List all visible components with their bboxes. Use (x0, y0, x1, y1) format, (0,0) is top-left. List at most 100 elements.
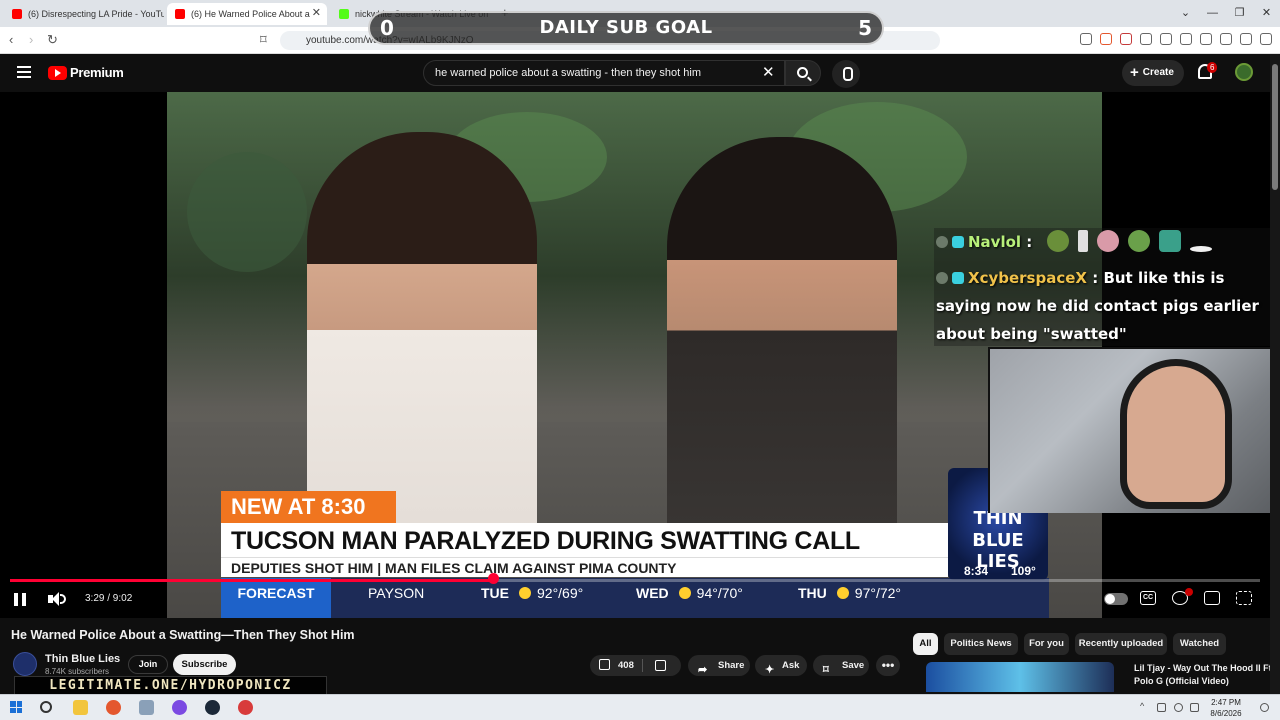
microphone-icon[interactable] (1157, 703, 1166, 712)
bookmark-icon: ⌑ (823, 664, 829, 676)
like-count[interactable]: 408 (618, 655, 634, 676)
reload-icon[interactable]: ↻ (47, 32, 58, 48)
tab-search-icon[interactable]: ⌄ (1172, 0, 1199, 27)
partly-cloudy-icon (519, 587, 531, 599)
tab-disrespecting-la-pride[interactable]: (6) Disrespecting LA Pride - YouTube (4, 3, 164, 25)
thumbs-down-icon[interactable] (655, 660, 666, 671)
chip-for-you[interactable]: For you (1024, 633, 1069, 655)
ai-icon[interactable] (1220, 33, 1232, 45)
clear-search-icon[interactable]: ✕ (762, 63, 775, 81)
tray-overflow-icon[interactable]: ^ (1140, 701, 1144, 711)
forecast-day: THU 97°/72° (798, 578, 901, 608)
sidebar-icon[interactable] (1180, 33, 1192, 45)
join-button[interactable]: Join (128, 655, 168, 674)
news-headline: TUCSON MAN PARALYZED DURING SWATTING CAL… (221, 523, 948, 557)
bookmark-icon[interactable]: ⌑ (260, 32, 267, 48)
station-clock: 8:34 (964, 564, 989, 578)
subscriber-badge-icon (952, 272, 964, 284)
subscriber-badge-icon (952, 236, 964, 248)
chip-politics-news[interactable]: Politics News (944, 633, 1018, 655)
time-display: 3:29 / 9:02 (85, 593, 133, 604)
thumbs-up-icon[interactable] (599, 659, 610, 670)
station-temperature: 109° (1011, 564, 1036, 578)
steam-icon[interactable] (205, 700, 220, 715)
minimize-button[interactable]: — (1199, 0, 1226, 27)
video-player[interactable]: NEW AT 8:30 TUCSON MAN PARALYZED DURING … (0, 92, 1270, 618)
close-tab-icon[interactable]: ✕ (312, 6, 321, 19)
notification-center-icon[interactable] (1260, 703, 1269, 712)
search-input[interactable]: he warned police about a swatting - then… (423, 60, 785, 86)
autoplay-toggle[interactable] (1104, 593, 1128, 605)
forward-arrow-icon[interactable]: › (29, 32, 33, 47)
like-dislike-group: 408 (590, 655, 681, 676)
wifi-icon[interactable] (1174, 703, 1183, 712)
chip-all[interactable]: All (913, 633, 938, 655)
brave-browser-icon[interactable] (106, 700, 121, 715)
scrollbar-thumb[interactable] (1272, 64, 1278, 190)
recommended-video-title[interactable]: Lil Tjay - Way Out The Hood II Ft Polo G… (1134, 662, 1274, 688)
wallet-icon[interactable] (1200, 33, 1212, 45)
tab-he-warned-police[interactable]: (6) He Warned Police About a Swatting ✕ (167, 3, 327, 25)
forecast-temps: 92°/69° (537, 585, 584, 601)
subscriber-count: 8.74K subscribers (45, 667, 110, 676)
volume-icon[interactable] (48, 592, 66, 606)
chip-recently-uploaded[interactable]: Recently uploaded (1075, 633, 1167, 655)
brave-shield-icon[interactable] (1100, 33, 1112, 45)
app-icon[interactable] (238, 700, 253, 715)
news-kicker: NEW AT 8:30 (221, 491, 396, 523)
search-button[interactable] (785, 60, 821, 86)
clock-time: 2:47 PM (1211, 698, 1241, 707)
streamer-head (1120, 359, 1232, 509)
youtube-logo[interactable]: Premium (48, 65, 124, 80)
save-button[interactable]: ⌑ Save (813, 655, 869, 676)
forecast-city-name: PAYSON (368, 585, 425, 601)
progress-played (10, 579, 493, 582)
recommended-video-thumbnail[interactable] (926, 662, 1114, 692)
subscribe-button[interactable]: Subscribe (173, 654, 236, 675)
voice-search-button[interactable] (832, 60, 860, 88)
back-arrow-icon[interactable]: ‹ (9, 32, 13, 47)
rewards-icon[interactable] (1120, 33, 1132, 45)
vpn-icon[interactable] (1240, 33, 1252, 45)
pig-emote-icon (1096, 230, 1119, 252)
sparkle-icon: ✦ (765, 664, 775, 676)
plus-icon: + (1130, 64, 1139, 81)
chat-separator: : (1092, 269, 1099, 287)
restore-button[interactable]: ❐ (1226, 0, 1253, 27)
create-button[interactable]: + Create (1122, 60, 1184, 86)
pepe-emote-icon (1127, 230, 1150, 252)
close-window-button[interactable]: ✕ (1253, 0, 1280, 27)
captions-button[interactable]: CC (1140, 591, 1156, 605)
share-button[interactable]: ➦ Share (688, 655, 750, 676)
menu-icon[interactable] (1260, 33, 1272, 45)
news-subline: DEPUTIES SHOT HIM | MAN FILES CLAIM AGAI… (221, 557, 948, 577)
app-icon[interactable] (139, 700, 154, 715)
scrubber-handle[interactable] (487, 573, 499, 584)
account-avatar[interactable] (1235, 63, 1253, 81)
ask-button[interactable]: ✦ Ask (755, 655, 807, 676)
progress-bar[interactable] (10, 579, 1260, 582)
guide-menu-icon[interactable] (17, 66, 31, 78)
ask-label: Ask (782, 660, 800, 671)
chat-separator: : (1026, 233, 1033, 251)
search-icon[interactable] (40, 701, 52, 713)
media-icon[interactable] (1160, 33, 1172, 45)
channel-avatar[interactable] (13, 652, 37, 676)
save-label: Save (842, 660, 865, 671)
extensions-icon[interactable] (1140, 33, 1152, 45)
chat-message: XcyberspaceX : But like this is saying n… (936, 264, 1266, 348)
theater-mode-icon[interactable] (1204, 591, 1220, 605)
pause-button[interactable] (14, 593, 26, 606)
obs-icon[interactable] (172, 700, 187, 715)
windows-start-icon[interactable] (10, 701, 22, 713)
chip-watched[interactable]: Watched (1173, 633, 1226, 655)
knife-emote-icon (1189, 246, 1212, 252)
channel-name[interactable]: Thin Blue Lies (45, 653, 120, 665)
cast-icon[interactable] (1080, 33, 1092, 45)
more-actions-button[interactable]: ••• (876, 655, 900, 676)
chat-message: Navlol : (936, 230, 1212, 252)
system-clock[interactable]: 2:47 PM 8/6/2026 (1208, 697, 1244, 719)
file-explorer-icon[interactable] (73, 700, 88, 715)
fullscreen-icon[interactable] (1236, 591, 1252, 605)
speaker-icon[interactable] (1190, 703, 1199, 712)
